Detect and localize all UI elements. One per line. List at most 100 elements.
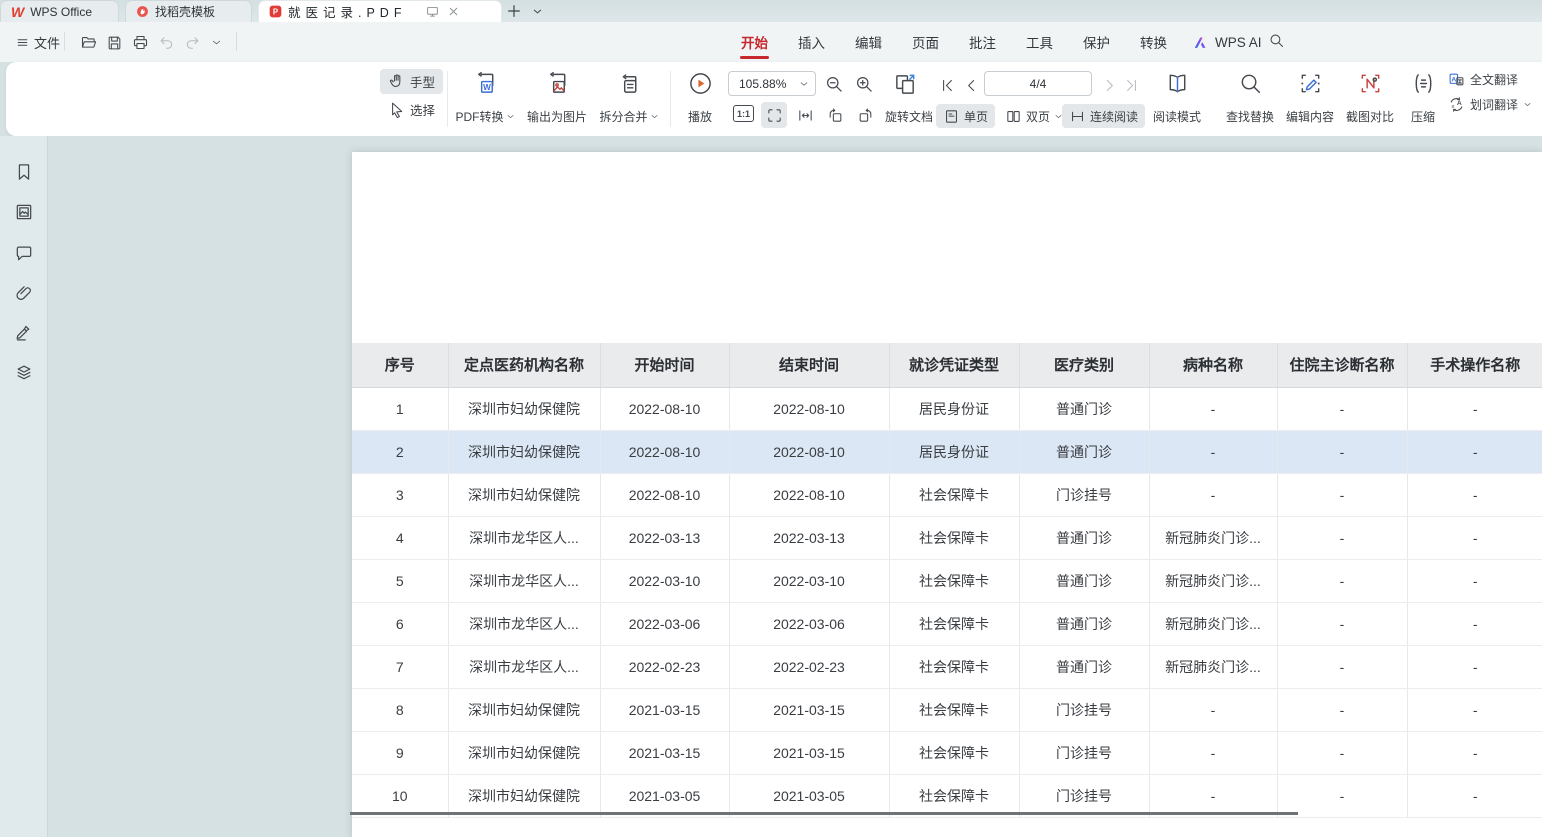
file-menu-button[interactable]: 文件 <box>10 31 66 54</box>
table-row: 8 深圳市妇幼保健院 2021-03-15 2021-03-15 社会保障卡 门… <box>352 688 1542 731</box>
fit-width-icon <box>797 107 814 124</box>
previous-page-button[interactable] <box>960 72 982 98</box>
export-image-label: 输出为图片 <box>527 108 587 125</box>
tab-list-chevron-icon[interactable] <box>532 6 543 17</box>
rotate-left-button[interactable] <box>822 102 848 128</box>
table-cell: 8 <box>352 688 448 731</box>
play-button[interactable]: 播放 <box>674 67 726 131</box>
menu-item[interactable]: 编辑 <box>840 22 897 62</box>
table-cell: 居民身份证 <box>889 387 1019 430</box>
menu-item[interactable]: 页面 <box>897 22 954 62</box>
rotate-pages-button[interactable] <box>890 69 920 99</box>
pdf-convert-button[interactable]: W PDF转换 <box>450 67 520 131</box>
search-icon <box>1268 32 1285 49</box>
quick-access-chevron[interactable] <box>206 32 226 52</box>
menu-item-label: 工具 <box>1026 32 1053 52</box>
folder-open-icon <box>80 34 97 51</box>
print-button[interactable] <box>130 32 150 52</box>
play-label: 播放 <box>688 108 712 125</box>
menu-item-wps-ai[interactable]: WPS AI <box>1193 22 1262 62</box>
table-cell: 深圳市妇幼保健院 <box>448 731 600 774</box>
menu-item[interactable]: 批注 <box>954 22 1011 62</box>
save-button[interactable] <box>104 32 124 52</box>
edit-content-button[interactable]: 编辑内容 <box>1280 67 1340 131</box>
table-cell: - <box>1149 430 1277 473</box>
table-cell: - <box>1407 387 1542 430</box>
page-number-input[interactable]: 4/4 <box>984 71 1092 96</box>
wps-ai-logo-icon <box>1193 34 1210 51</box>
tool-mode-group: 手型 选择 <box>380 69 443 122</box>
zoom-out-button[interactable] <box>821 71 847 97</box>
tab-wps-office[interactable]: W WPS Office <box>0 0 119 22</box>
table-cell: 普通门诊 <box>1019 430 1149 473</box>
double-page-label: 双页 <box>1026 108 1050 125</box>
table-header-cell: 医疗类别 <box>1019 343 1149 387</box>
export-image-button[interactable]: 输出为图片 <box>520 67 594 131</box>
find-replace-button[interactable]: 查找替换 <box>1218 67 1282 131</box>
layers-panel-button[interactable] <box>14 362 34 382</box>
fit-page-button[interactable] <box>761 102 787 128</box>
screenshot-compare-button[interactable]: 截图对比 <box>1340 67 1400 131</box>
compress-button[interactable]: 压缩 <box>1400 67 1446 131</box>
table-cell: 2021-03-15 <box>729 731 889 774</box>
table-cell: 2022-02-23 <box>729 645 889 688</box>
table-cell: 门诊挂号 <box>1019 774 1149 817</box>
comment-panel-button[interactable] <box>14 243 34 263</box>
continuous-read-button[interactable]: 连续阅读 <box>1062 104 1145 128</box>
menu-item[interactable]: 转换 <box>1125 22 1182 62</box>
word-translate-button[interactable]: A x 划词翻译 <box>1444 94 1536 115</box>
last-page-button[interactable] <box>1120 72 1142 98</box>
table-cell: 6 <box>352 602 448 645</box>
redo-button[interactable] <box>182 32 202 52</box>
table-row: 2 深圳市妇幼保健院 2022-08-10 2022-08-10 居民身份证 普… <box>352 430 1542 473</box>
fit-width-button[interactable] <box>792 102 818 128</box>
tab-document[interactable]: P 就医记录.PDF <box>258 0 502 22</box>
hand-tool-button[interactable]: 手型 <box>380 69 443 94</box>
rotate-doc-label[interactable]: 旋转文档 <box>885 108 933 125</box>
read-mode-button[interactable]: 阅读模式 <box>1144 67 1210 131</box>
rotate-right-button[interactable] <box>852 102 878 128</box>
layers-icon <box>14 362 34 382</box>
attachment-panel-button[interactable] <box>14 283 34 303</box>
table-header-cell: 就诊凭证类型 <box>889 343 1019 387</box>
divider <box>670 71 671 127</box>
thumbnail-panel-button[interactable] <box>14 202 34 222</box>
table-cell: 5 <box>352 559 448 602</box>
next-page-button[interactable] <box>1098 72 1120 98</box>
edit-content-icon <box>1298 71 1323 96</box>
zoom-level-input[interactable]: 105.88% <box>728 71 816 96</box>
select-tool-button[interactable]: 选择 <box>380 97 443 122</box>
table-header-cell: 开始时间 <box>600 343 729 387</box>
bookmark-panel-button[interactable] <box>14 162 34 182</box>
menu-item[interactable]: 保护 <box>1068 22 1125 62</box>
signature-panel-button[interactable] <box>14 322 34 342</box>
single-page-button[interactable]: 单页 <box>936 104 995 128</box>
monitor-icon[interactable] <box>426 5 439 18</box>
table-cell: 深圳市龙华区人... <box>448 602 600 645</box>
chevron-down-icon <box>1523 100 1532 109</box>
table-cell: 2021-03-15 <box>600 731 729 774</box>
open-file-button[interactable] <box>78 32 98 52</box>
actual-size-button[interactable]: 1:1 <box>733 105 754 122</box>
table-cell: - <box>1407 688 1542 731</box>
first-page-button[interactable] <box>936 72 958 98</box>
new-tab-icon[interactable] <box>506 3 522 19</box>
table-cell: - <box>1277 688 1407 731</box>
table-cell: 门诊挂号 <box>1019 473 1149 516</box>
full-translate-button[interactable]: A 全文翻译 <box>1444 69 1536 90</box>
tab-docer[interactable]: 找稻壳模板 <box>125 0 252 22</box>
menu-item-label: 编辑 <box>855 32 882 52</box>
menu-search-button[interactable] <box>1268 32 1285 54</box>
menu-item[interactable]: 开始 <box>726 22 783 62</box>
double-page-button[interactable]: 双页 <box>998 104 1070 128</box>
close-tab-icon[interactable] <box>447 5 460 18</box>
zoom-in-button[interactable] <box>851 71 877 97</box>
table-cell: 深圳市妇幼保健院 <box>448 430 600 473</box>
menu-item[interactable]: 插入 <box>783 22 840 62</box>
menu-item[interactable]: 工具 <box>1011 22 1068 62</box>
split-merge-button[interactable]: 拆分合并 <box>594 67 664 131</box>
split-merge-icon <box>617 71 642 96</box>
table-cell: 2022-08-10 <box>600 387 729 430</box>
select-tool-label: 选择 <box>410 100 435 119</box>
undo-button[interactable] <box>156 32 176 52</box>
